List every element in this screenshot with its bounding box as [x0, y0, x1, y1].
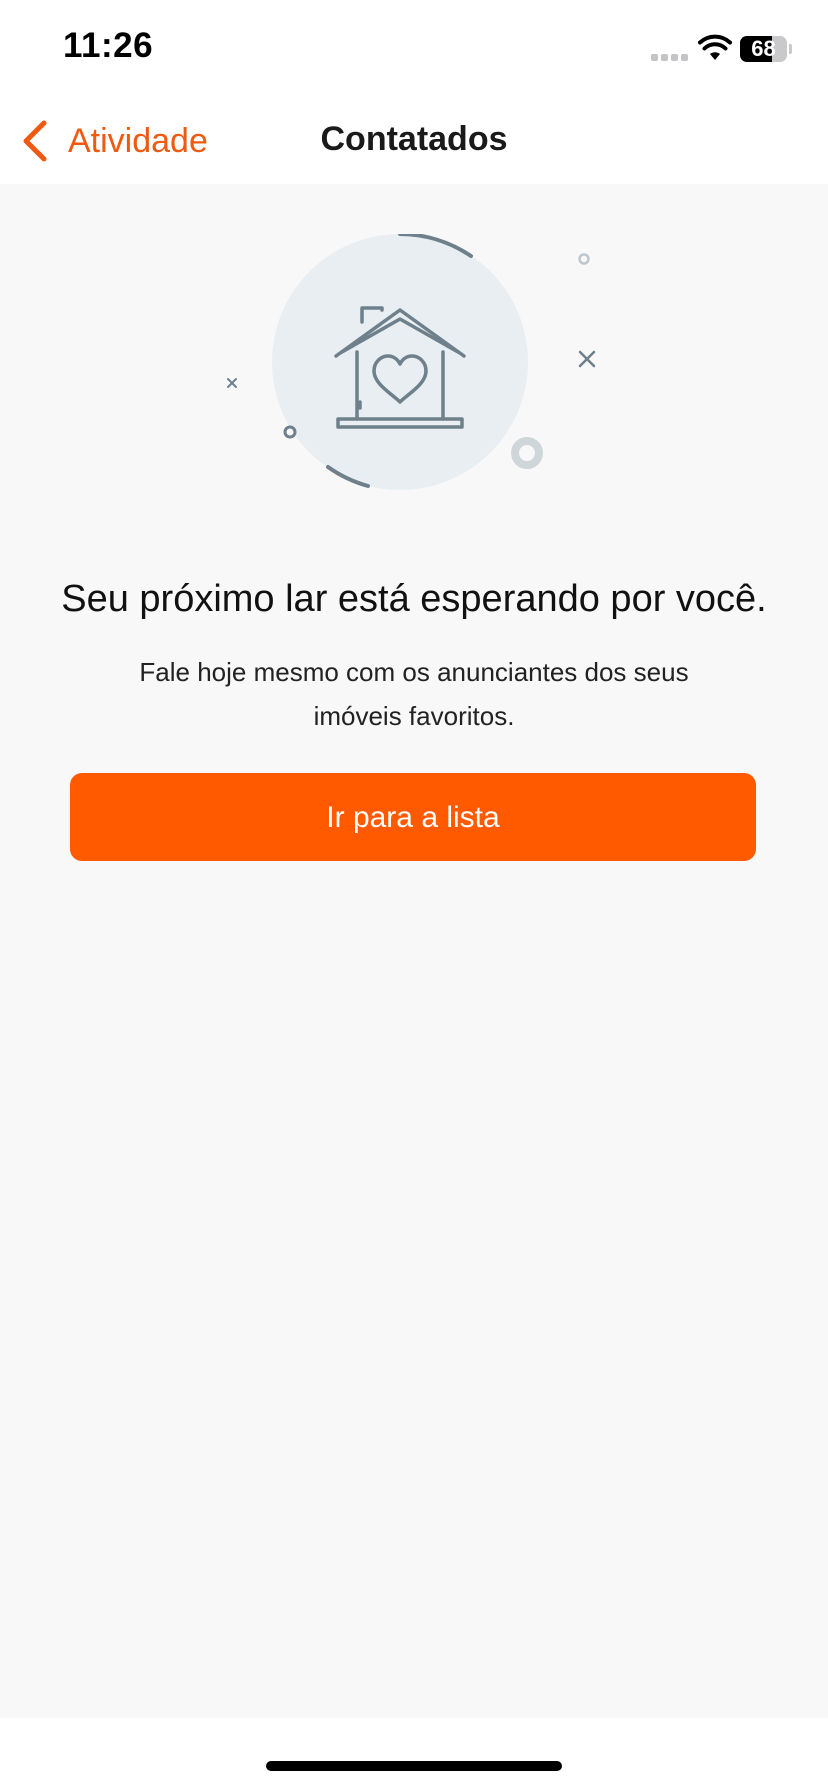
empty-state-description: Fale hoje mesmo com os anunciantes dos s… — [139, 657, 689, 731]
page-title: Contatados — [320, 120, 508, 158]
house-heart-icon — [227, 234, 596, 490]
empty-state-content: Seu próximo lar está esperando por você.… — [0, 184, 828, 1718]
home-indicator-area — [0, 1718, 828, 1792]
cellular-signal-icon — [651, 54, 688, 61]
battery-level: 68 — [751, 36, 776, 61]
home-indicator[interactable] — [266, 1761, 562, 1771]
wifi-icon — [698, 34, 732, 60]
go-to-list-button[interactable]: Ir para a lista — [70, 773, 756, 861]
status-time: 11:26 — [63, 26, 154, 65]
battery-icon: 68 — [740, 36, 792, 62]
empty-state-headline: Seu próximo lar está esperando por você. — [61, 578, 767, 620]
navigation-bar: Atividade Contatados — [0, 96, 828, 184]
status-bar: 11:26 68 — [0, 0, 828, 96]
